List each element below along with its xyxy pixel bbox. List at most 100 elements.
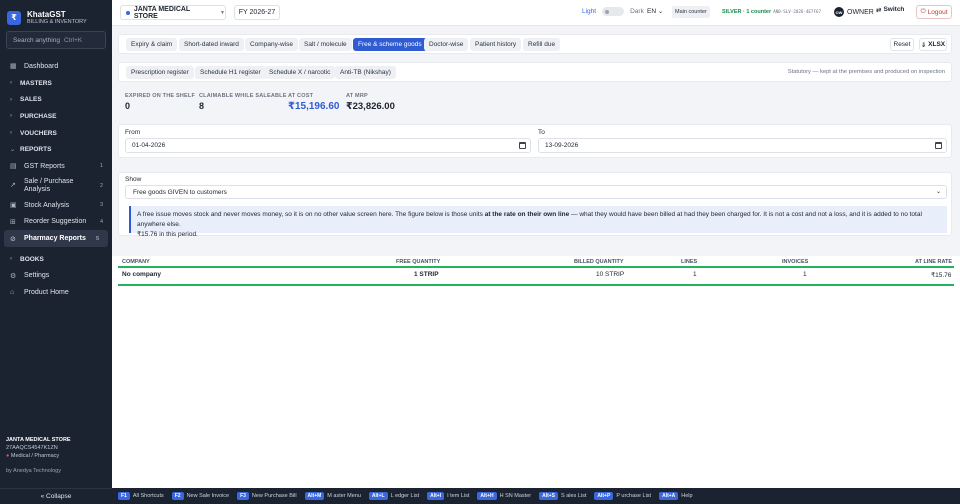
sidebar-item-label: Dashboard bbox=[24, 62, 59, 70]
avatar: OW bbox=[834, 7, 844, 17]
store-name: JANTA MEDICAL STORE bbox=[133, 5, 191, 20]
shortcut-key: Alt+I bbox=[427, 492, 445, 500]
sidebar-item-sale-purchase[interactable]: ↗ Sale / Purchase Analysis 2 bbox=[0, 175, 112, 197]
sidebar-item-dashboard[interactable]: ▦ Dashboard bbox=[0, 58, 112, 75]
stat-label: AT COST bbox=[288, 93, 314, 99]
sidebar-item-label: Stock Analysis bbox=[24, 201, 70, 209]
shortcut-alt-s[interactable]: Alt+S S ales List bbox=[539, 492, 586, 500]
shortcut-f2[interactable]: F2 New Sale Invoice bbox=[171, 492, 230, 500]
shortcut-alt-p[interactable]: Alt+P P urchase List bbox=[594, 492, 651, 500]
statutory-tabs: Prescription register Schedule H1 regist… bbox=[118, 62, 952, 82]
table-row[interactable]: No company 1 STRIP 10 STRIP 1 1 ₹15.76 bbox=[118, 271, 954, 283]
store-selector[interactable]: JANTA MEDICAL STORE ▼ bbox=[120, 5, 226, 20]
collapse-button[interactable]: « Collapse bbox=[0, 488, 112, 504]
search-placeholder: Search anything bbox=[13, 36, 60, 44]
sidebar-item-stock[interactable]: ▣ Stock Analysis 3 bbox=[0, 197, 112, 214]
sidebar-item-label: Sale / Purchase Analysis bbox=[24, 177, 74, 193]
sidebar-item-purchase[interactable]: › PURCHASE bbox=[0, 108, 112, 125]
theme-switch[interactable] bbox=[602, 7, 625, 16]
fy-selector[interactable]: FY 2026-27 bbox=[234, 5, 280, 20]
to-date-input[interactable]: 13-09-2026 bbox=[538, 138, 947, 153]
theme-toggle[interactable]: Light Dark bbox=[582, 7, 644, 16]
search-input[interactable]: Search anything Ctrl+K bbox=[6, 31, 106, 49]
grid-icon: ▦ bbox=[10, 63, 17, 71]
sidebar-item-books[interactable]: › BOOKS bbox=[0, 251, 112, 268]
chevron-right-icon: › bbox=[10, 80, 12, 87]
sidebar-item-reports[interactable]: ⌄ REPORTS bbox=[0, 141, 112, 158]
shortcut-alt-h[interactable]: Alt+H H SN Master bbox=[477, 492, 531, 500]
shortcut-label: H SN Master bbox=[499, 493, 532, 499]
chart-icon: ↗ bbox=[10, 181, 16, 189]
col-free-qty: FREE QUANTITY bbox=[396, 259, 441, 265]
logout-button[interactable]: ⏻ Logout bbox=[916, 5, 952, 19]
tab-schedule-h1[interactable]: Schedule H1 register bbox=[195, 66, 266, 79]
language-selector[interactable]: EN ⌄ bbox=[647, 7, 663, 15]
info-text-line2: ₹15.76 in this period. bbox=[137, 231, 198, 238]
sidebar-item-pharmacy[interactable]: ⊘ Pharmacy Reports 5 bbox=[4, 230, 108, 247]
user-role: OWNER bbox=[847, 8, 874, 16]
stat-value: 8 bbox=[199, 101, 205, 111]
tab-patient-history[interactable]: Patient history bbox=[470, 38, 522, 51]
pill-icon: ⊘ bbox=[10, 235, 16, 243]
tab-doctor-wise[interactable]: Doctor-wise bbox=[424, 38, 469, 51]
stat-label: AT MRP bbox=[346, 93, 368, 99]
sidebar-footer: JANTA MEDICAL STORE 27AAQCS4547K1ZN ● Me… bbox=[6, 437, 106, 474]
shortcut-f3[interactable]: F3 New Purchase Bill bbox=[237, 492, 297, 500]
stat-value: ₹15,196.60 bbox=[288, 101, 340, 112]
chevron-down-icon: ⌄ bbox=[10, 147, 16, 154]
gear-icon: ⚙ bbox=[10, 272, 17, 280]
tab-salt-molecule[interactable]: Salt / molecule bbox=[299, 38, 352, 51]
footer-gstin: 27AAQCS4547K1ZN bbox=[6, 445, 58, 451]
cell-billed-qty: 10 STRIP bbox=[596, 271, 625, 278]
calendar-icon[interactable] bbox=[935, 142, 942, 149]
shortcut-alt-i[interactable]: Alt+I I tem List bbox=[427, 492, 469, 500]
shortcut-label: New Sale Invoice bbox=[186, 493, 230, 499]
reset-button[interactable]: Reset bbox=[890, 38, 914, 51]
header-divider bbox=[118, 266, 954, 268]
shortcut-label: S ales List bbox=[561, 493, 587, 499]
shortcut-alt-l[interactable]: Alt+L L edger List bbox=[368, 492, 419, 500]
plan-label: SILVER · 1 counter bbox=[722, 9, 772, 15]
user-menu[interactable]: OW OWNER bbox=[834, 7, 874, 17]
sidebar-item-count: 3 bbox=[99, 202, 103, 209]
sidebar-item-label: Reorder Suggestion bbox=[24, 218, 87, 226]
sidebar-item-label: GST Reports bbox=[24, 162, 65, 170]
tab-schedule-x[interactable]: Schedule X / narcotic bbox=[264, 66, 336, 79]
tab-prescription-register[interactable]: Prescription register bbox=[126, 66, 194, 79]
summary-stats: EXPIRED ON THE SHELF 0 CLAIMABLE WHILE S… bbox=[118, 88, 952, 118]
tab-expiry-claim[interactable]: Expiry & claim bbox=[126, 38, 178, 51]
sidebar-item-reorder[interactable]: ⊞ Reorder Suggestion 4 bbox=[0, 214, 112, 231]
shortcut-alt-m[interactable]: Alt+M M aster Menu bbox=[304, 492, 361, 500]
home-icon: ⌂ bbox=[10, 289, 15, 297]
sidebar-item-sales[interactable]: › SALES bbox=[0, 91, 112, 108]
tab-anti-tb[interactable]: Anti-TB (Nikshay) bbox=[335, 66, 396, 79]
tab-refill-due[interactable]: Refill due bbox=[523, 38, 561, 51]
shortcut-f1[interactable]: F1 All Shortcuts bbox=[118, 492, 164, 500]
show-select[interactable]: Free goods GIVEN to customers ⌄ bbox=[125, 185, 947, 199]
shortcut-key: Alt+H bbox=[477, 492, 497, 500]
shortcut-label: I tem List bbox=[447, 493, 470, 499]
tab-company-wise[interactable]: Company-wise bbox=[245, 38, 298, 51]
tab-short-dated-inward[interactable]: Short-dated inward bbox=[179, 38, 244, 51]
footer-store-name: JANTA MEDICAL STORE bbox=[6, 437, 71, 443]
footer-type-label: Medical / Pharmacy bbox=[10, 453, 60, 459]
counter-badge[interactable]: Main counter bbox=[672, 6, 710, 18]
language-label: EN bbox=[647, 8, 657, 15]
calendar-icon[interactable] bbox=[519, 142, 526, 149]
shortcut-key: Alt+L bbox=[368, 492, 388, 500]
switch-button[interactable]: ⇄ Switch bbox=[876, 6, 904, 14]
sidebar-item-gst-reports[interactable]: ▤ GST Reports 1 bbox=[0, 158, 112, 175]
export-xlsx-button[interactable]: ⇓ XLSX bbox=[919, 38, 947, 51]
sidebar-item-settings[interactable]: ⚙ Settings bbox=[0, 268, 112, 285]
shortcut-alt-a[interactable]: Alt+A Help bbox=[659, 492, 693, 500]
sidebar-item-label: Settings bbox=[24, 272, 50, 280]
sidebar-item-vouchers[interactable]: › VOUCHERS bbox=[0, 125, 112, 142]
sidebar-item-product-home[interactable]: ⌂ Product Home bbox=[0, 284, 112, 301]
footer-by: by Anedya Technology bbox=[6, 468, 61, 474]
tab-free-scheme-goods[interactable]: Free & scheme goods bbox=[353, 38, 427, 51]
chevron-right-icon: › bbox=[10, 130, 12, 137]
cell-company: No company bbox=[122, 271, 162, 278]
chevron-right-icon: › bbox=[10, 256, 12, 263]
from-date-input[interactable]: 01-04-2026 bbox=[125, 138, 531, 153]
sidebar-item-masters[interactable]: › MASTERS bbox=[0, 75, 112, 92]
